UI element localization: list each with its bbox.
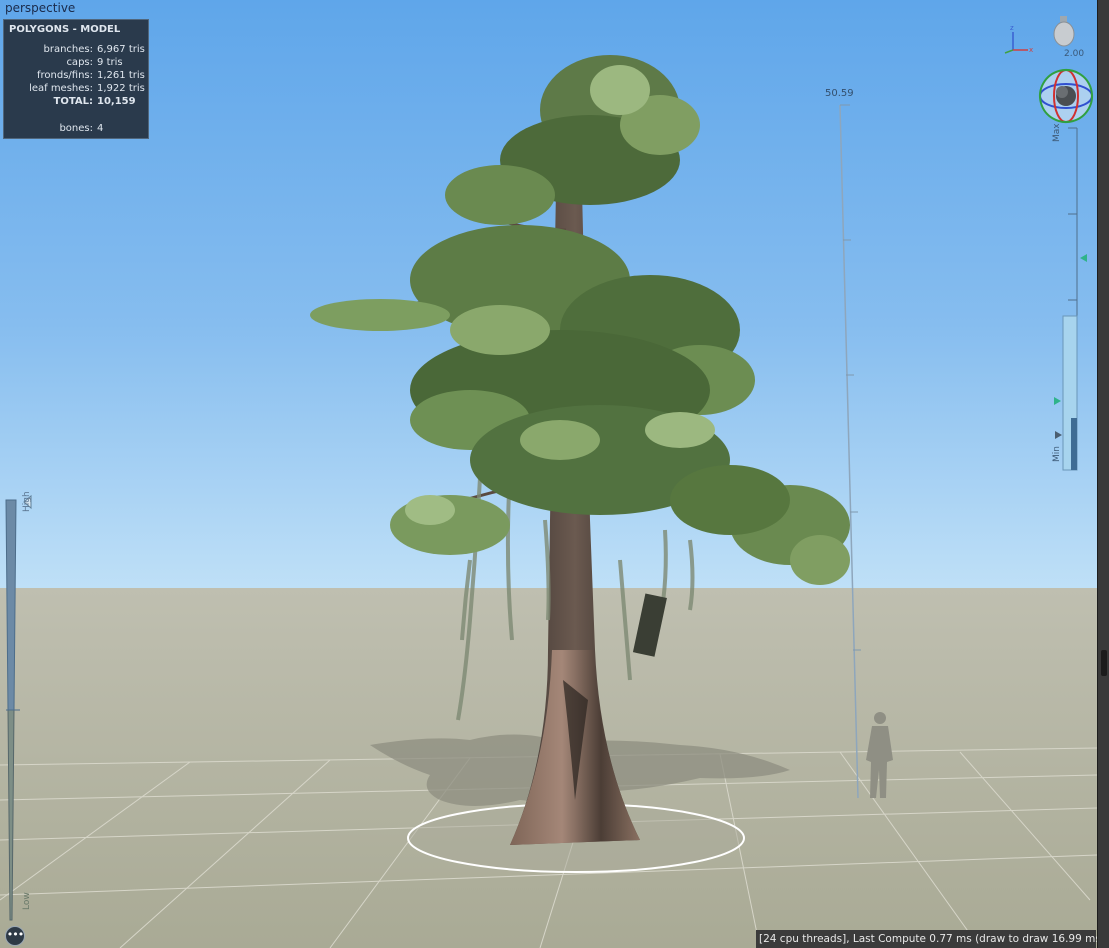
polygon-stats-panel: POLYGONS - MODEL branches: 6,967 tris ca… (3, 19, 149, 139)
stat-value: 10,159 (97, 96, 136, 107)
light-intensity-value: 2.00 (1064, 49, 1085, 59)
stat-label: branches: (43, 44, 94, 55)
panel-resize-handle[interactable] (1101, 650, 1107, 676)
3d-viewport[interactable]: z x perspective POLYGONS - MODEL branche… (0, 0, 1097, 948)
stat-unit: tris (128, 83, 145, 94)
more-icon[interactable]: ••• (5, 926, 25, 946)
height-ruler-readout: 50.59 (825, 88, 854, 99)
svg-text:x: x (1029, 46, 1033, 54)
stat-value: 9 (97, 57, 104, 68)
lod-max-text: Max (1052, 123, 1062, 142)
stat-unit: tris (128, 44, 145, 55)
stat-label: leaf meshes: (29, 83, 93, 94)
lod-min-text: Min (1052, 446, 1062, 462)
stat-row-leaf-meshes: leaf meshes: 1,922 tris (4, 82, 150, 95)
stat-value: 1,261 (97, 70, 126, 81)
stat-row-bones: bones: 4 (4, 122, 150, 135)
stat-row-fronds: fronds/fins: 1,261 tris (4, 69, 150, 82)
stats-title: POLYGONS - MODEL (9, 24, 121, 35)
stat-value: 4 (97, 123, 104, 134)
stat-row-branches: branches: 6,967 tris (4, 43, 150, 56)
left-slider-low-label: Low (20, 892, 34, 922)
stat-unit: tris (128, 70, 145, 81)
viewport-camera-label[interactable]: perspective (5, 1, 75, 15)
stat-value: 1,922 (97, 83, 126, 94)
right-panel-edge (1097, 0, 1109, 948)
stat-label: TOTAL: (53, 96, 93, 107)
lod-min-label: Min (1050, 446, 1064, 470)
lod-current-fill (1071, 418, 1077, 470)
stat-label: caps: (66, 57, 93, 68)
svg-text:z: z (1010, 24, 1014, 32)
lod-max-label: Max (1050, 123, 1064, 150)
stat-row-caps: caps: 9 tris (4, 56, 150, 69)
status-bar: [24 cpu threads], Last Compute 0.77 ms (… (756, 930, 1097, 948)
stat-value: 6,967 (97, 44, 126, 55)
stat-unit: tris (106, 57, 123, 68)
stat-row-total: TOTAL: 10,159 (4, 95, 150, 108)
left-slider-high-label: High (20, 491, 34, 526)
scene-canvas[interactable]: z x (0, 0, 1097, 948)
left-slider-low-text: Low (22, 892, 32, 910)
stat-label: fronds/fins: (36, 70, 93, 81)
stat-label: bones: (59, 123, 93, 134)
left-slider-high-text: High (22, 491, 32, 512)
